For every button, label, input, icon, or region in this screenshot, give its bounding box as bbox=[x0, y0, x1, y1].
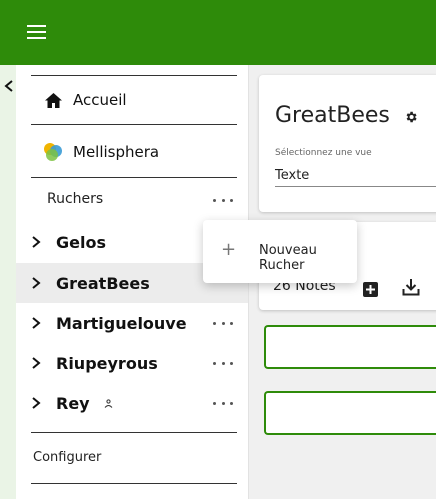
chevron-right-icon bbox=[32, 397, 41, 409]
divider bbox=[31, 483, 237, 484]
note-item[interactable] bbox=[264, 325, 436, 369]
divider bbox=[31, 75, 237, 76]
divider bbox=[31, 124, 237, 125]
chevron-right-icon bbox=[32, 357, 41, 369]
apiary-header-card: GreatBees Sélectionnez une vue Texte bbox=[259, 75, 436, 212]
apiary-name: Riupeyrous bbox=[56, 353, 158, 373]
divider bbox=[31, 177, 237, 178]
chevron-right-icon bbox=[32, 317, 41, 329]
sidebar-item-label: Accueil bbox=[73, 91, 127, 109]
download-icon[interactable] bbox=[401, 277, 421, 297]
view-select[interactable]: Texte bbox=[275, 164, 436, 187]
apiary-name: GreatBees bbox=[56, 273, 150, 293]
view-select-value: Texte bbox=[275, 168, 310, 183]
note-item[interactable] bbox=[264, 391, 436, 435]
plus-icon: + bbox=[221, 239, 237, 260]
ruchers-more-menu-button[interactable] bbox=[213, 196, 233, 204]
home-icon bbox=[43, 90, 63, 110]
menu-item-new-apiary[interactable]: + Nouveau Rucher bbox=[203, 220, 357, 283]
apiary-name: Rey bbox=[56, 393, 90, 413]
hamburger-icon[interactable] bbox=[27, 25, 46, 39]
plus-icon bbox=[366, 285, 375, 294]
divider bbox=[31, 432, 237, 433]
add-note-button[interactable] bbox=[363, 282, 378, 297]
apiary-name: Martiguelouve bbox=[56, 313, 187, 333]
mellisphera-logo-icon bbox=[43, 142, 63, 162]
sidebar-collapse-strip bbox=[0, 65, 16, 499]
apiary-name: Gelos bbox=[56, 232, 106, 252]
shared-user-icon bbox=[104, 398, 112, 408]
view-select-label: Sélectionnez une vue bbox=[275, 148, 372, 158]
gear-icon[interactable] bbox=[404, 110, 418, 124]
chevron-left-icon[interactable] bbox=[3, 79, 15, 93]
chevron-right-icon bbox=[32, 277, 41, 289]
section-label-ruchers: Ruchers bbox=[47, 191, 104, 207]
apiary-more-menu-button[interactable] bbox=[213, 399, 233, 407]
sidebar-item-home[interactable]: Accueil bbox=[31, 80, 237, 120]
chevron-right-icon bbox=[32, 236, 41, 248]
configure-link[interactable]: Configurer bbox=[33, 450, 101, 465]
apiary-more-menu-button[interactable] bbox=[213, 359, 233, 367]
apiary-more-menu-button[interactable] bbox=[213, 319, 233, 327]
top-bar bbox=[0, 0, 436, 65]
menu-item-label: Nouveau Rucher bbox=[259, 243, 317, 273]
ruchers-context-menu: + Nouveau Rucher bbox=[203, 220, 357, 283]
sidebar-item-label: Mellisphera bbox=[73, 143, 160, 161]
page-title: GreatBees bbox=[275, 103, 390, 128]
sidebar-item-mellisphera[interactable]: Mellisphera bbox=[31, 132, 237, 172]
